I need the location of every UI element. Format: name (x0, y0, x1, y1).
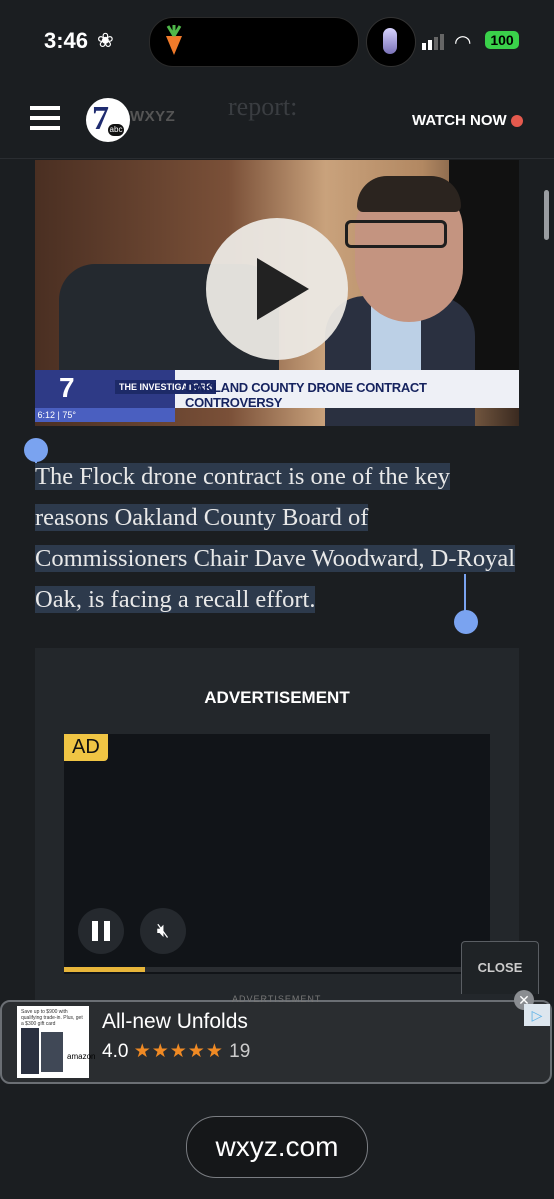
play-button[interactable] (206, 218, 348, 360)
address-bar[interactable]: wxyz.com (186, 1116, 368, 1178)
product-image[interactable]: Save up to $900 with qualifying trade-in… (17, 1006, 95, 1078)
focus-icon: ❀ (97, 30, 114, 52)
channel-logo: 7 (59, 372, 75, 403)
review-count: 19 (229, 1041, 251, 1062)
ad-progress-fill (64, 967, 145, 972)
ticker-text: 6:12 | 75° (37, 410, 76, 420)
site-header: 7 abc WXYZ report: WATCH NOW (0, 82, 554, 159)
menu-icon[interactable] (30, 106, 60, 130)
play-icon (257, 258, 309, 320)
speaker-muted-icon: 🔇︎ (156, 920, 170, 942)
ad-container: ADVERTISEMENT AD 🔇︎ (35, 648, 519, 1000)
phone-shape (21, 1028, 39, 1074)
clock: 3:46 (44, 28, 89, 53)
logo-abc: abc (108, 124, 124, 136)
product-rating: 4.0 ★★★★★ 19 (102, 1040, 250, 1063)
star-rating-icon: ★★★★★ (133, 1041, 224, 1062)
rating-value: 4.0 (102, 1041, 129, 1062)
pause-button[interactable] (78, 908, 124, 954)
logo-number: 7 (92, 100, 109, 137)
battery-indicator: 100 (485, 31, 519, 49)
live-dot-icon (511, 115, 523, 127)
selection-end-caret (464, 574, 466, 612)
ad-tag: AD (64, 734, 108, 761)
faded-title: report: (228, 92, 298, 121)
browser-bottom-bar: wxyz.com (0, 1096, 554, 1199)
banner-ad-label: ADVERTISEMENT (232, 994, 322, 1004)
cellular-signal-icon (422, 34, 444, 50)
scrollbar[interactable] (544, 190, 549, 240)
logo-wordmark: WXYZ (130, 108, 176, 125)
adchoices-icon[interactable]: ▷ (524, 1004, 550, 1026)
mute-button[interactable]: 🔇︎ (140, 908, 186, 954)
sticky-banner-ad[interactable]: ADVERTISEMENT Save up to $900 with quali… (0, 990, 552, 1084)
phone-shape-2 (41, 1032, 63, 1072)
wifi-icon: ◠ (454, 32, 472, 54)
video-headline: OAKLAND COUNTY DRONE CONTRACT CONTROVERS… (185, 380, 427, 410)
watch-now-link[interactable]: WATCH NOW (412, 112, 507, 129)
carrot-icon (166, 25, 182, 55)
selected-text[interactable]: The Flock drone contract is one of the k… (35, 463, 516, 613)
ad-label: ADVERTISEMENT (204, 688, 350, 707)
selection-end-handle[interactable] (454, 610, 478, 634)
article-paragraph[interactable]: The Flock drone contract is one of the k… (35, 456, 525, 620)
store-logo: amazon (67, 1052, 96, 1061)
ad-video-player[interactable]: AD 🔇︎ (64, 734, 490, 974)
close-ad-button[interactable]: CLOSE (461, 941, 539, 994)
status-bar: 3:46 ❀ ◠ 100 (0, 0, 554, 82)
video-player[interactable]: 7 THE INVESTIGATORS OAKLAND COUNTY DRONE… (35, 160, 519, 426)
time-temp-ticker: 6:12 | 75° (35, 408, 175, 422)
station-logo[interactable]: 7 abc (86, 98, 130, 142)
hair-image (357, 176, 461, 212)
product-small-print: Save up to $900 with qualifying trade-in… (21, 1009, 83, 1027)
product-title[interactable]: All-new Unfolds (102, 1010, 248, 1034)
flashlight-indicator (366, 17, 416, 67)
glasses-image (345, 220, 447, 248)
ad-progress-bar (64, 967, 490, 972)
